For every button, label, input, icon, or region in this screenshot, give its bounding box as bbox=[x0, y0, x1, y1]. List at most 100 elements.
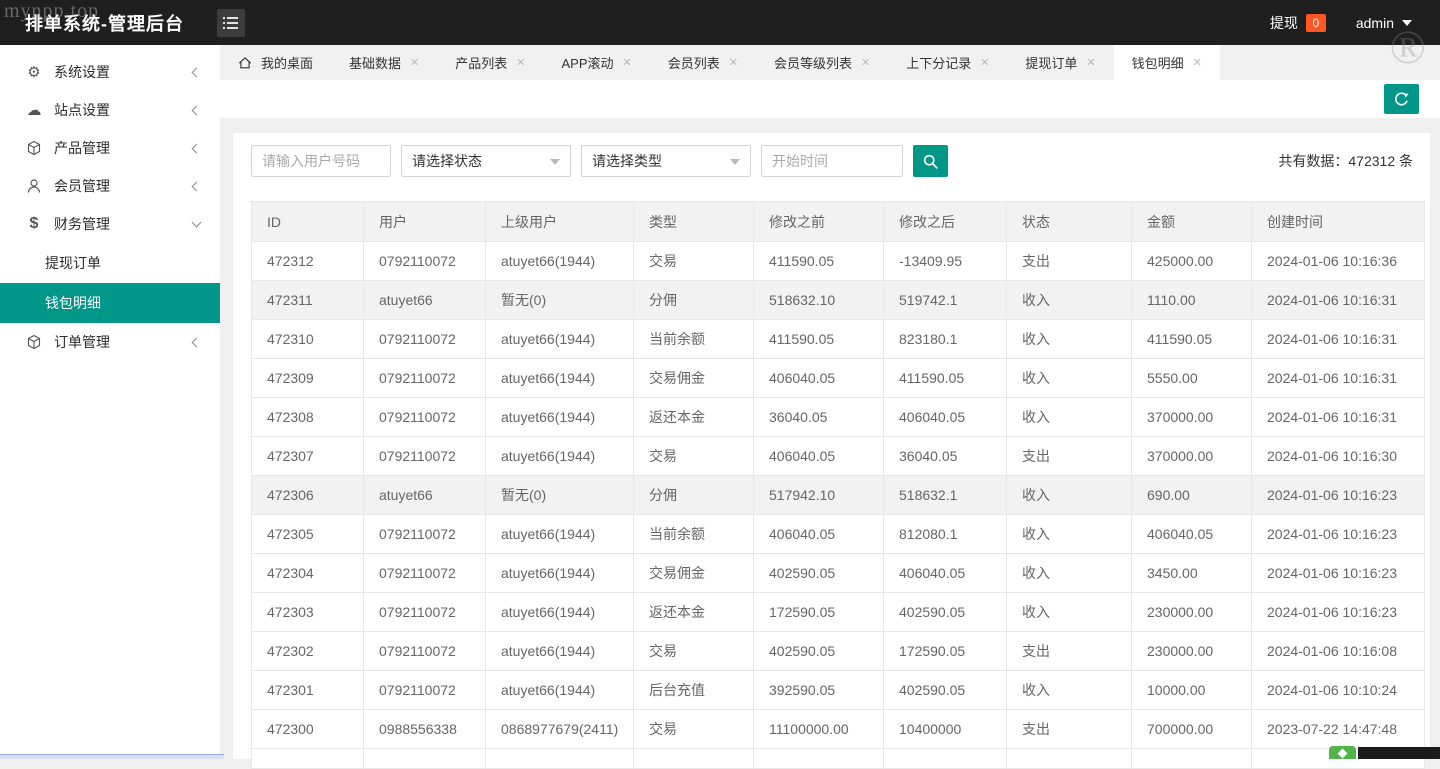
withdraw-count-badge[interactable]: 0 bbox=[1306, 14, 1326, 32]
cell-parent-user: 0868977679(2411) bbox=[486, 710, 634, 749]
close-icon[interactable]: ✕ bbox=[516, 56, 525, 69]
cell-id: 472307 bbox=[252, 437, 364, 476]
close-icon[interactable]: ✕ bbox=[980, 56, 989, 69]
table-row: 4723050792110072atuyet66(1944)当前余额406040… bbox=[252, 515, 1425, 554]
total-count-unit: 条 bbox=[1399, 153, 1413, 169]
close-icon[interactable]: ✕ bbox=[1086, 56, 1095, 69]
cell-after: 519742.1 bbox=[884, 281, 1007, 320]
cell-type: 当前余额 bbox=[634, 320, 754, 359]
cell-parent-user: atuyet66(1944) bbox=[486, 632, 634, 671]
sidebar-item-order-management[interactable]: 订单管理 bbox=[0, 323, 220, 361]
hamburger-icon bbox=[223, 17, 238, 19]
tab-member-level-list[interactable]: 会员等级列表 ✕ bbox=[756, 45, 888, 80]
close-icon[interactable]: ✕ bbox=[729, 56, 738, 69]
tab-basic-data[interactable]: 基础数据✕ bbox=[331, 45, 437, 80]
cell-after: 823180.1 bbox=[884, 320, 1007, 359]
table-row: 472306atuyet66暂无(0)分佣517942.10518632.1收入… bbox=[252, 476, 1425, 515]
total-count-label: 共有数据： bbox=[1278, 153, 1348, 169]
col-user: 用户 bbox=[364, 202, 486, 242]
total-count: 共有数据：472312 条 bbox=[1278, 151, 1413, 171]
cell-status: 收入 bbox=[1007, 671, 1132, 710]
start-date-input[interactable] bbox=[761, 145, 903, 177]
chevron-down-icon bbox=[550, 159, 560, 170]
chevron-down-icon bbox=[192, 218, 202, 228]
finance-icon: $ bbox=[24, 216, 44, 232]
cell-amount: 406040.05 bbox=[1132, 515, 1252, 554]
admin-dropdown[interactable]: admin bbox=[1356, 14, 1412, 31]
tab-updown-records[interactable]: 上下分记录 ✕ bbox=[888, 45, 1007, 80]
refresh-button[interactable] bbox=[1384, 84, 1419, 114]
col-id: ID bbox=[252, 202, 364, 242]
cell-before: 406040.05 bbox=[754, 437, 884, 476]
sidebar-subitem-withdraw-orders[interactable]: 提现订单 bbox=[0, 243, 220, 283]
cell-amount: 700000.00 bbox=[1132, 710, 1252, 749]
cell-before: 402590.05 bbox=[754, 554, 884, 593]
sidebar-subitem-wallet-detail[interactable]: 钱包明细 bbox=[0, 283, 220, 323]
withdraw-link[interactable]: 提现 bbox=[1270, 13, 1298, 33]
sidebar-item-finance-management[interactable]: $ 财务管理 bbox=[0, 205, 220, 243]
cell-user: 0792110072 bbox=[364, 515, 486, 554]
cell-before: 406040.05 bbox=[754, 359, 884, 398]
close-icon[interactable]: ✕ bbox=[623, 56, 632, 69]
app-root: mynpp.top 排单系统-管理后台 提现 0 admin ⚙系统设置☁站点设… bbox=[0, 0, 1440, 759]
partial-overlay-bottom-left bbox=[0, 754, 224, 759]
sidebar-toggle-button[interactable] bbox=[217, 9, 245, 37]
cell-id: 472302 bbox=[252, 632, 364, 671]
cell-type: 交易 bbox=[634, 632, 754, 671]
tab-label: 钱包明细 bbox=[1132, 53, 1184, 72]
cell-type: 交易佣金 bbox=[634, 359, 754, 398]
col-before: 修改之前 bbox=[754, 202, 884, 242]
wallet-table: ID用户上级用户类型修改之前修改之后状态金额创建时间 4723120792110… bbox=[251, 201, 1425, 769]
close-icon[interactable]: ✕ bbox=[410, 56, 419, 69]
tab-product-list[interactable]: 产品列表✕ bbox=[437, 45, 543, 80]
cell-after: 172590.05 bbox=[884, 632, 1007, 671]
tab-withdraw-orders[interactable]: 提现订单✕ bbox=[1007, 45, 1113, 80]
cell-status: 收入 bbox=[1007, 476, 1132, 515]
tab-my-desktop[interactable]: 我的桌面 bbox=[220, 45, 331, 80]
cell-created-at: 2024-01-06 10:10:24 bbox=[1252, 671, 1425, 710]
tab-member-list[interactable]: 会员列表✕ bbox=[650, 45, 756, 80]
cell-created-at: 2024-01-06 10:16:31 bbox=[1252, 320, 1425, 359]
home-icon bbox=[238, 56, 252, 70]
cell-user: 0792110072 bbox=[364, 398, 486, 437]
cell-user: 0792110072 bbox=[364, 632, 486, 671]
sidebar-item-site-settings[interactable]: ☁站点设置 bbox=[0, 91, 220, 129]
user-number-input[interactable] bbox=[251, 145, 391, 177]
cell-after: 518632.1 bbox=[884, 476, 1007, 515]
cell-created-at: 2024-01-06 10:16:23 bbox=[1252, 476, 1425, 515]
sidebar-item-member-management[interactable]: 会员管理 bbox=[0, 167, 220, 205]
sidebar-item-label: 产品管理 bbox=[54, 138, 110, 158]
cell-id: 472309 bbox=[252, 359, 364, 398]
tab-app-scroll[interactable]: APP滚动✕ bbox=[543, 45, 649, 80]
cell-status: 收入 bbox=[1007, 398, 1132, 437]
type-select[interactable]: 请选择类型 bbox=[581, 145, 751, 177]
order-icon bbox=[24, 334, 44, 350]
admin-username: admin bbox=[1356, 15, 1394, 31]
status-select[interactable]: 请选择状态 bbox=[401, 145, 571, 177]
notification-overlay bbox=[1329, 746, 1440, 759]
sidebar-item-label: 财务管理 bbox=[54, 214, 110, 234]
cell-created-at: 2024-01-06 10:16:23 bbox=[1252, 515, 1425, 554]
cell-id: 472310 bbox=[252, 320, 364, 359]
chevron-down-icon bbox=[730, 159, 740, 170]
cell-user: 0792110072 bbox=[364, 437, 486, 476]
close-icon[interactable]: ✕ bbox=[1193, 56, 1202, 69]
search-icon bbox=[922, 153, 939, 170]
sidebar-item-product-management[interactable]: 产品管理 bbox=[0, 129, 220, 167]
cell-id: 472305 bbox=[252, 515, 364, 554]
close-icon[interactable]: ✕ bbox=[861, 56, 870, 69]
cell-amount: 230000.00 bbox=[1132, 632, 1252, 671]
member-icon bbox=[24, 178, 44, 194]
cell-type: 后台充值 bbox=[634, 671, 754, 710]
cell-created-at: 2024-01-06 10:16:08 bbox=[1252, 632, 1425, 671]
table-row: 4723040792110072atuyet66(1944)交易佣金402590… bbox=[252, 554, 1425, 593]
tab-wallet-detail[interactable]: 钱包明细 ✕ bbox=[1114, 45, 1220, 80]
tab-label: 会员等级列表 bbox=[774, 53, 852, 72]
cell-type: 返还本金 bbox=[634, 593, 754, 632]
cell-status: 收入 bbox=[1007, 554, 1132, 593]
search-button[interactable] bbox=[913, 145, 948, 177]
cell-after: 406040.05 bbox=[884, 554, 1007, 593]
sidebar-item-system-settings[interactable]: ⚙系统设置 bbox=[0, 53, 220, 91]
col-parent-user: 上级用户 bbox=[486, 202, 634, 242]
tab-label: 上下分记录 bbox=[906, 53, 971, 72]
